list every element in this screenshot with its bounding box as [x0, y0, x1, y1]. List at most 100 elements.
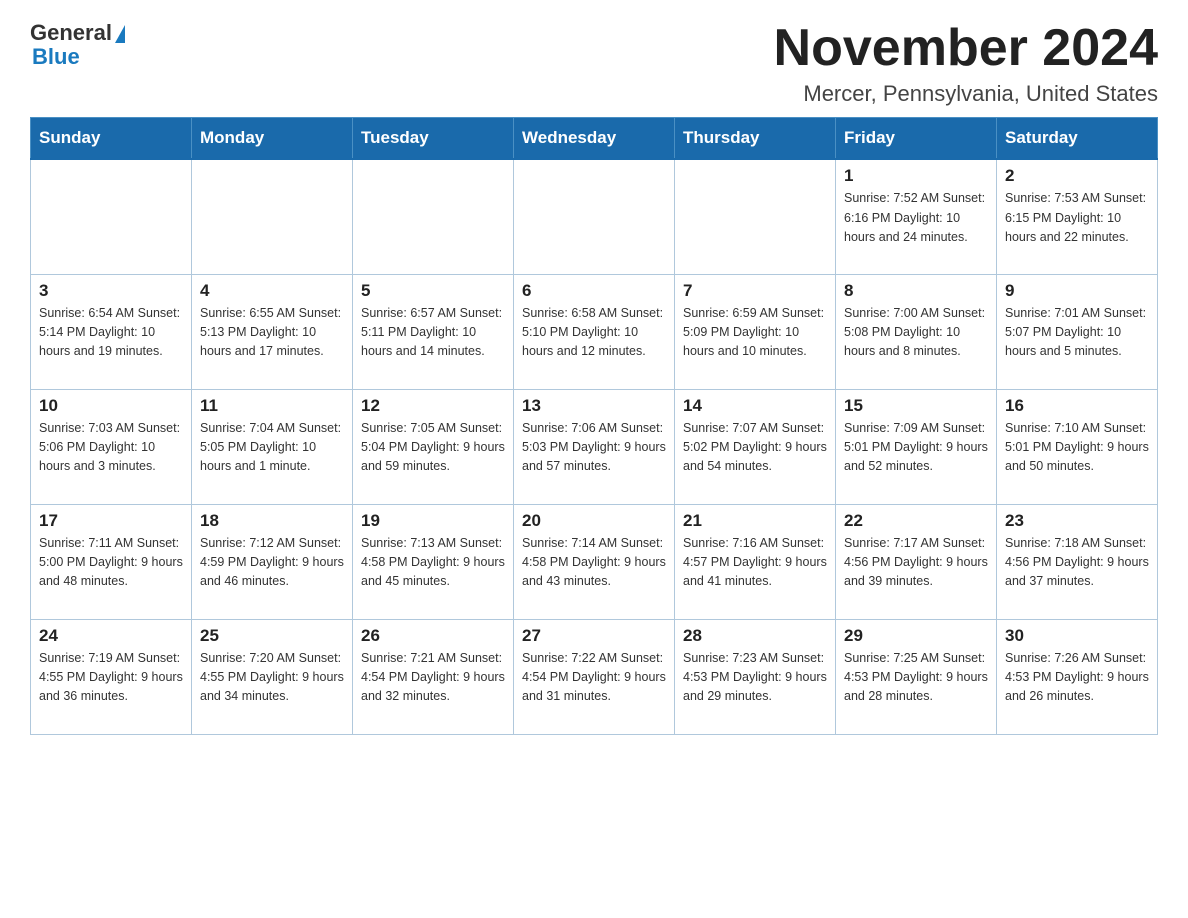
- day-number: 18: [200, 511, 344, 531]
- day-number: 1: [844, 166, 988, 186]
- day-number: 13: [522, 396, 666, 416]
- calendar-week-row: 3 Sunrise: 6:54 AM Sunset: 5:14 PM Daylig…: [31, 274, 1158, 389]
- calendar-cell: 17 Sunrise: 7:11 AM Sunset: 5:00 PM Dayli…: [31, 504, 192, 619]
- day-number: 12: [361, 396, 505, 416]
- calendar-week-row: 24 Sunrise: 7:19 AM Sunset: 4:55 PM Dayli…: [31, 619, 1158, 734]
- day-info: Sunrise: 6:54 AM Sunset: 5:14 PM Dayligh…: [39, 304, 183, 362]
- calendar-cell: [192, 159, 353, 274]
- logo: General Blue: [30, 20, 125, 70]
- calendar-cell: 10Sunrise: 7:03 AM Sunset: 5:06 PM Dayli…: [31, 389, 192, 504]
- day-info: Sunrise: 7:12 AM Sunset: 4:59 PM Dayligh…: [200, 534, 344, 592]
- calendar-cell: 22Sunrise: 7:17 AM Sunset: 4:56 PM Dayli…: [836, 504, 997, 619]
- day-info: Sunrise: 7:16 AM Sunset: 4:57 PM Dayligh…: [683, 534, 827, 592]
- day-of-week-header: Friday: [836, 118, 997, 160]
- day-of-week-header: Thursday: [675, 118, 836, 160]
- day-number: 25: [200, 626, 344, 646]
- calendar-cell: [514, 159, 675, 274]
- day-number: 30: [1005, 626, 1149, 646]
- calendar-cell: 9 Sunrise: 7:01 AM Sunset: 5:07 PM Daylig…: [997, 274, 1158, 389]
- title-section: November 2024 Mercer, Pennsylvania, Unit…: [774, 20, 1158, 107]
- day-info: Sunrise: 7:13 AM Sunset: 4:58 PM Dayligh…: [361, 534, 505, 592]
- day-info: Sunrise: 7:11 AM Sunset: 5:00 PM Dayligh…: [39, 534, 183, 592]
- day-number: 20: [522, 511, 666, 531]
- calendar-cell: [353, 159, 514, 274]
- day-number: 26: [361, 626, 505, 646]
- day-info: Sunrise: 7:20 AM Sunset: 4:55 PM Dayligh…: [200, 649, 344, 707]
- day-number: 7: [683, 281, 827, 301]
- day-info: Sunrise: 7:22 AM Sunset: 4:54 PM Dayligh…: [522, 649, 666, 707]
- day-info: Sunrise: 7:09 AM Sunset: 5:01 PM Dayligh…: [844, 419, 988, 477]
- day-number: 24: [39, 626, 183, 646]
- day-info: Sunrise: 7:21 AM Sunset: 4:54 PM Dayligh…: [361, 649, 505, 707]
- day-number: 9: [1005, 281, 1149, 301]
- calendar-cell: 4 Sunrise: 6:55 AM Sunset: 5:13 PM Daylig…: [192, 274, 353, 389]
- calendar-cell: 5 Sunrise: 6:57 AM Sunset: 5:11 PM Daylig…: [353, 274, 514, 389]
- day-info: Sunrise: 7:17 AM Sunset: 4:56 PM Dayligh…: [844, 534, 988, 592]
- calendar-cell: 18 Sunrise: 7:12 AM Sunset: 4:59 PM Dayli…: [192, 504, 353, 619]
- calendar-cell: 2 Sunrise: 7:53 AM Sunset: 6:15 PM Daylig…: [997, 159, 1158, 274]
- day-number: 16: [1005, 396, 1149, 416]
- day-info: Sunrise: 7:00 AM Sunset: 5:08 PM Dayligh…: [844, 304, 988, 362]
- logo-general-text: General: [30, 20, 112, 46]
- calendar-cell: 23Sunrise: 7:18 AM Sunset: 4:56 PM Dayli…: [997, 504, 1158, 619]
- calendar-cell: [31, 159, 192, 274]
- day-info: Sunrise: 7:04 AM Sunset: 5:05 PM Dayligh…: [200, 419, 344, 477]
- calendar-header-row: SundayMondayTuesdayWednesdayThursdayFrid…: [31, 118, 1158, 160]
- day-info: Sunrise: 7:25 AM Sunset: 4:53 PM Dayligh…: [844, 649, 988, 707]
- day-info: Sunrise: 7:26 AM Sunset: 4:53 PM Dayligh…: [1005, 649, 1149, 707]
- logo-triangle-icon: [115, 25, 125, 43]
- calendar-cell: 6 Sunrise: 6:58 AM Sunset: 5:10 PM Daylig…: [514, 274, 675, 389]
- day-info: Sunrise: 6:58 AM Sunset: 5:10 PM Dayligh…: [522, 304, 666, 362]
- calendar-cell: 30 Sunrise: 7:26 AM Sunset: 4:53 PM Dayli…: [997, 619, 1158, 734]
- day-number: 17: [39, 511, 183, 531]
- calendar-cell: 11 Sunrise: 7:04 AM Sunset: 5:05 PM Dayli…: [192, 389, 353, 504]
- day-number: 11: [200, 396, 344, 416]
- calendar-cell: 29 Sunrise: 7:25 AM Sunset: 4:53 PM Dayli…: [836, 619, 997, 734]
- day-info: Sunrise: 7:19 AM Sunset: 4:55 PM Dayligh…: [39, 649, 183, 707]
- day-info: Sunrise: 6:55 AM Sunset: 5:13 PM Dayligh…: [200, 304, 344, 362]
- day-info: Sunrise: 7:03 AM Sunset: 5:06 PM Dayligh…: [39, 419, 183, 477]
- calendar-cell: 20 Sunrise: 7:14 AM Sunset: 4:58 PM Dayli…: [514, 504, 675, 619]
- day-number: 14: [683, 396, 827, 416]
- day-number: 6: [522, 281, 666, 301]
- day-info: Sunrise: 7:05 AM Sunset: 5:04 PM Dayligh…: [361, 419, 505, 477]
- day-number: 21: [683, 511, 827, 531]
- header: General Blue November 2024 Mercer, Penns…: [30, 20, 1158, 107]
- day-of-week-header: Wednesday: [514, 118, 675, 160]
- calendar-cell: 24 Sunrise: 7:19 AM Sunset: 4:55 PM Dayli…: [31, 619, 192, 734]
- day-info: Sunrise: 7:10 AM Sunset: 5:01 PM Dayligh…: [1005, 419, 1149, 477]
- calendar-cell: 19Sunrise: 7:13 AM Sunset: 4:58 PM Dayli…: [353, 504, 514, 619]
- calendar-cell: 21 Sunrise: 7:16 AM Sunset: 4:57 PM Dayli…: [675, 504, 836, 619]
- calendar-week-row: 10Sunrise: 7:03 AM Sunset: 5:06 PM Dayli…: [31, 389, 1158, 504]
- day-info: Sunrise: 7:18 AM Sunset: 4:56 PM Dayligh…: [1005, 534, 1149, 592]
- day-of-week-header: Tuesday: [353, 118, 514, 160]
- calendar-cell: 7 Sunrise: 6:59 AM Sunset: 5:09 PM Daylig…: [675, 274, 836, 389]
- day-number: 27: [522, 626, 666, 646]
- calendar-cell: 25 Sunrise: 7:20 AM Sunset: 4:55 PM Dayli…: [192, 619, 353, 734]
- day-number: 4: [200, 281, 344, 301]
- calendar-cell: 3 Sunrise: 6:54 AM Sunset: 5:14 PM Daylig…: [31, 274, 192, 389]
- logo-blue-text: Blue: [32, 44, 80, 70]
- day-number: 3: [39, 281, 183, 301]
- day-of-week-header: Saturday: [997, 118, 1158, 160]
- day-number: 15: [844, 396, 988, 416]
- calendar-cell: 14 Sunrise: 7:07 AM Sunset: 5:02 PM Dayli…: [675, 389, 836, 504]
- day-info: Sunrise: 7:52 AM Sunset: 6:16 PM Dayligh…: [844, 189, 988, 247]
- day-of-week-header: Monday: [192, 118, 353, 160]
- day-number: 2: [1005, 166, 1149, 186]
- day-info: Sunrise: 7:14 AM Sunset: 4:58 PM Dayligh…: [522, 534, 666, 592]
- day-info: Sunrise: 6:59 AM Sunset: 5:09 PM Dayligh…: [683, 304, 827, 362]
- day-info: Sunrise: 6:57 AM Sunset: 5:11 PM Dayligh…: [361, 304, 505, 362]
- calendar-cell: 13Sunrise: 7:06 AM Sunset: 5:03 PM Dayli…: [514, 389, 675, 504]
- day-info: Sunrise: 7:53 AM Sunset: 6:15 PM Dayligh…: [1005, 189, 1149, 247]
- calendar-cell: 8 Sunrise: 7:00 AM Sunset: 5:08 PM Daylig…: [836, 274, 997, 389]
- day-number: 8: [844, 281, 988, 301]
- day-info: Sunrise: 7:07 AM Sunset: 5:02 PM Dayligh…: [683, 419, 827, 477]
- day-info: Sunrise: 7:01 AM Sunset: 5:07 PM Dayligh…: [1005, 304, 1149, 362]
- day-number: 5: [361, 281, 505, 301]
- day-info: Sunrise: 7:23 AM Sunset: 4:53 PM Dayligh…: [683, 649, 827, 707]
- day-number: 29: [844, 626, 988, 646]
- calendar-cell: 12 Sunrise: 7:05 AM Sunset: 5:04 PM Dayli…: [353, 389, 514, 504]
- calendar-cell: 28Sunrise: 7:23 AM Sunset: 4:53 PM Dayli…: [675, 619, 836, 734]
- calendar-cell: [675, 159, 836, 274]
